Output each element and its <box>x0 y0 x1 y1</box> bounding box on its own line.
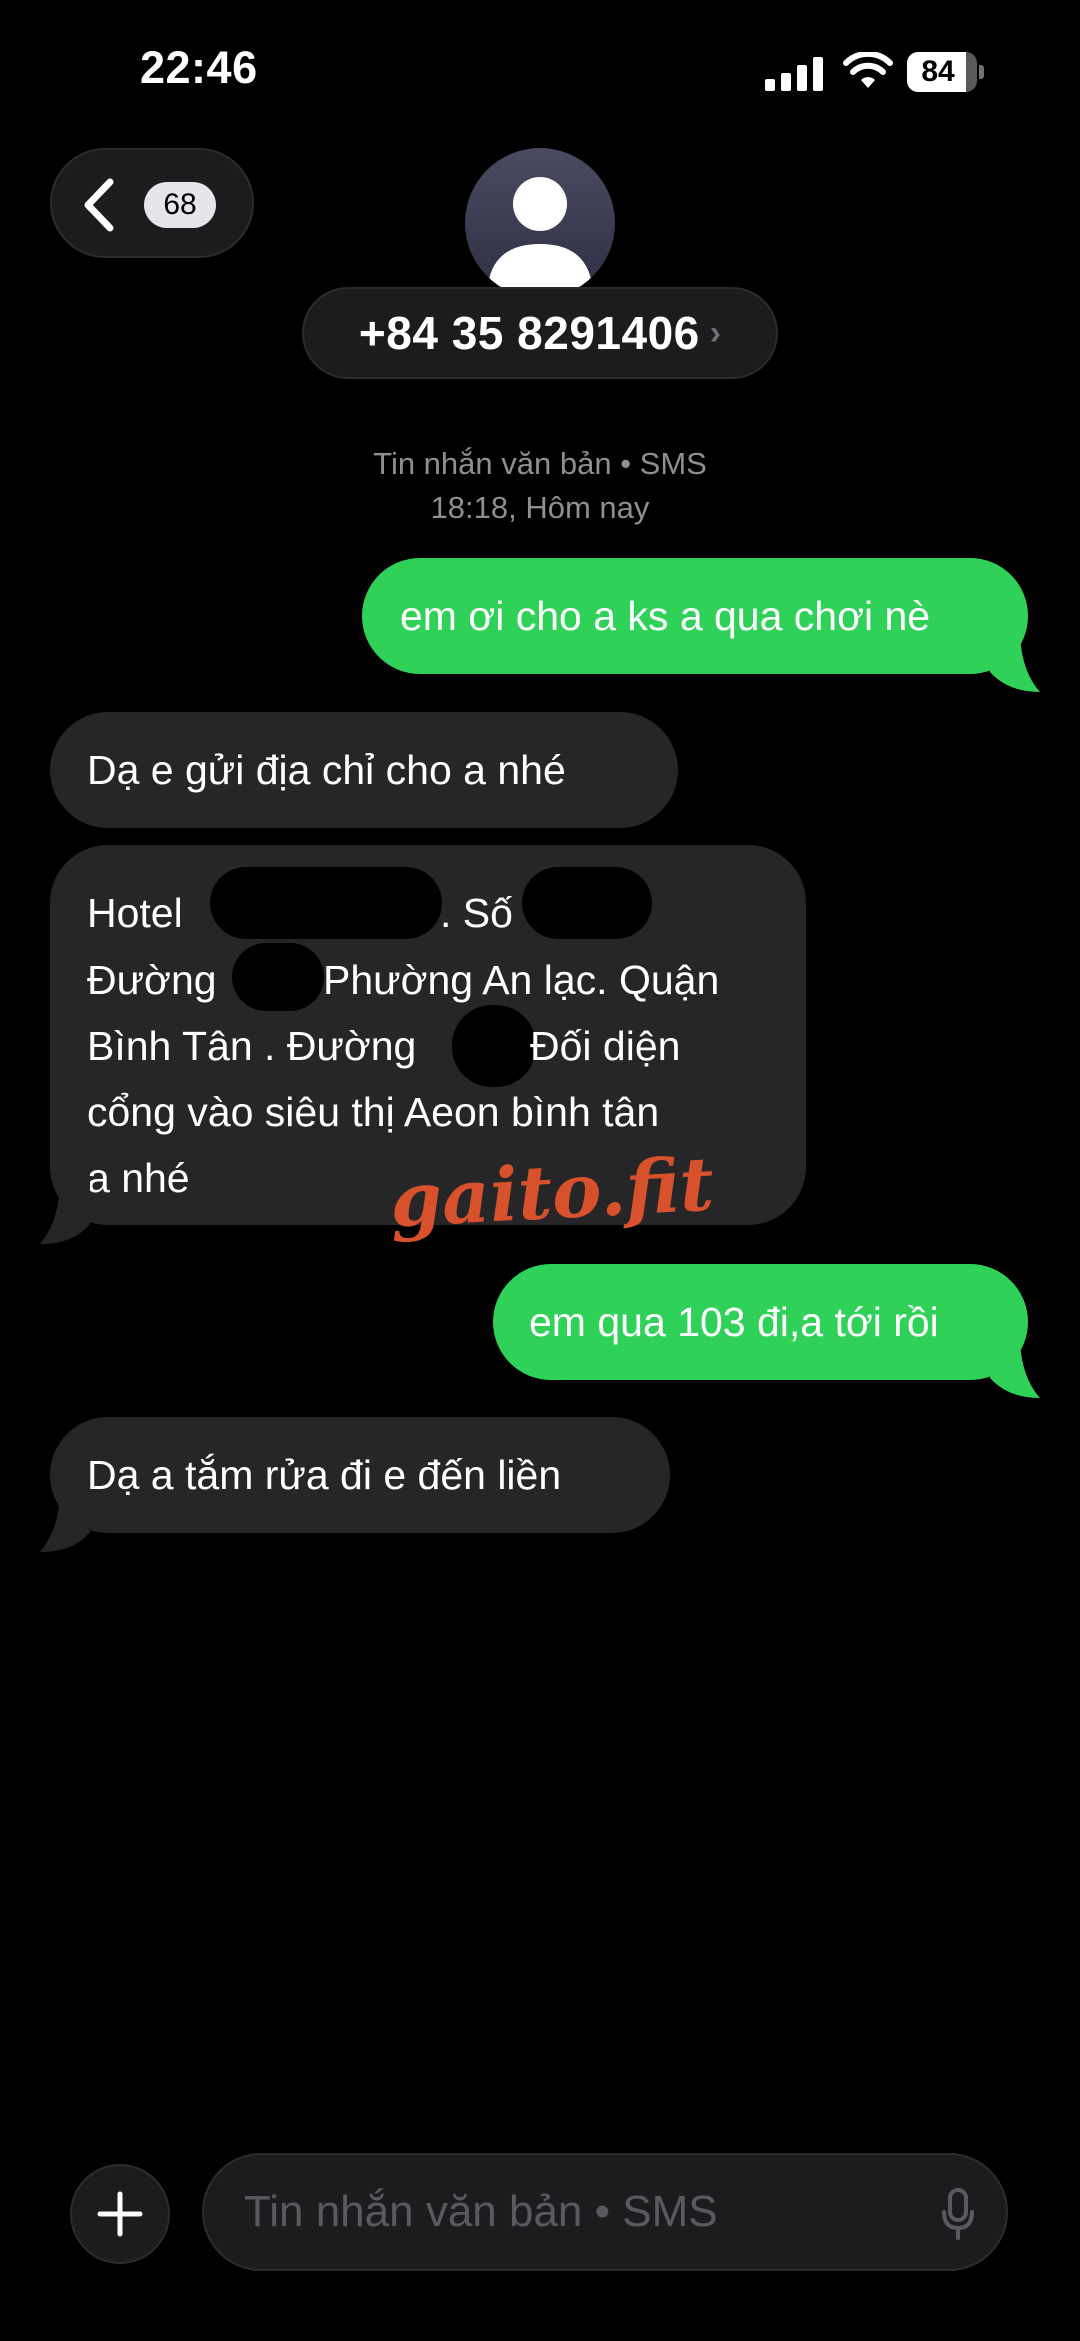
message-bubble-outgoing[interactable]: em qua 103 đi,a tới rồi <box>493 1264 1028 1380</box>
redaction-mark <box>452 1005 536 1087</box>
redaction-mark <box>232 943 324 1011</box>
status-time: 22:46 <box>140 42 258 93</box>
contact-name-button[interactable]: +84 35 8291406 › <box>302 287 778 379</box>
battery-percent: 84 <box>921 55 955 88</box>
message-text-line: Đối diện <box>530 1023 681 1069</box>
message-text-line: a nhé <box>87 1155 190 1201</box>
message-text-line: Đường <box>87 957 217 1003</box>
message-input-placeholder: Tin nhắn văn bản • SMS <box>244 2187 718 2236</box>
chevron-right-icon: › <box>709 313 722 352</box>
watermark: gaito.fit <box>387 1141 716 1245</box>
bubble-tail <box>990 1342 1040 1398</box>
message-text: em ơi cho a ks a qua chơi nè <box>400 593 931 639</box>
message-bubble-outgoing[interactable]: em ơi cho a ks a qua chơi nè <box>362 558 1028 674</box>
message-bubble-incoming[interactable]: Dạ a tắm rửa đi e đến liền <box>50 1417 670 1533</box>
back-chevron-icon <box>84 178 114 232</box>
cellular-signal-icon <box>765 57 823 91</box>
back-button[interactable]: 68 <box>50 148 254 258</box>
service-label: Tin nhắn văn bản • SMS <box>373 446 707 481</box>
bubble-tail <box>40 1490 90 1552</box>
bubble-tail <box>40 1180 90 1244</box>
timestamp-label: 18:18, Hôm nay <box>430 490 650 525</box>
person-icon <box>487 177 593 298</box>
message-text-line: Phường An lạc. Quận <box>323 957 720 1003</box>
mic-icon[interactable] <box>940 2188 976 2240</box>
message-text: em qua 103 đi,a tới rồi <box>529 1299 939 1345</box>
plus-icon <box>97 2191 143 2237</box>
message-text-line: Bình Tân . Đường <box>87 1023 417 1069</box>
add-attachment-button[interactable] <box>70 2164 170 2264</box>
contact-name: +84 35 8291406 <box>358 307 700 359</box>
message-text-line: cổng vào siêu thị Aeon bình tân <box>87 1089 660 1135</box>
message-text-line: . Số <box>440 890 513 936</box>
redaction-mark <box>210 867 442 939</box>
unread-count-badge: 68 <box>144 182 216 228</box>
bubble-tail <box>990 636 1040 692</box>
redaction-mark <box>522 867 652 939</box>
message-text-line: Hotel <box>87 890 183 936</box>
wifi-icon <box>843 52 893 88</box>
message-text: Dạ a tắm rửa đi e đến liền <box>87 1452 562 1498</box>
message-text: Dạ e gửi địa chỉ cho a nhé <box>87 747 566 793</box>
message-input[interactable]: Tin nhắn văn bản • SMS <box>202 2153 1008 2271</box>
message-bubble-incoming[interactable]: Dạ e gửi địa chỉ cho a nhé <box>50 712 678 828</box>
battery-icon: 84 <box>907 52 985 92</box>
avatar[interactable] <box>465 148 615 298</box>
